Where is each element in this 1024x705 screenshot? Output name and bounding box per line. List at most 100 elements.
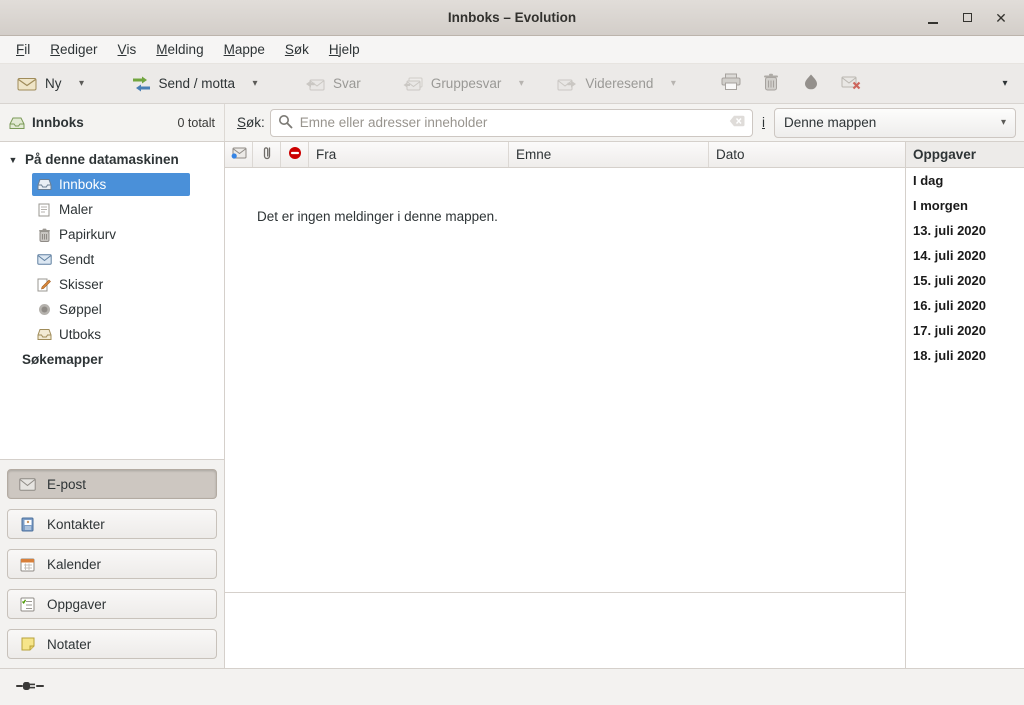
close-icon: ✕ [995, 11, 1007, 25]
column-date[interactable]: Dato [709, 142, 905, 167]
forward-button[interactable]: Videresend [548, 68, 662, 100]
folder-label: Skisser [59, 277, 103, 292]
message-list-body[interactable]: Det er ingen meldinger i denne mappen. [225, 168, 905, 592]
menu-rediger[interactable]: Rediger [40, 36, 107, 63]
inbox-icon [36, 178, 52, 191]
inbox-folder-icon [9, 116, 25, 130]
folder-label: Innboks [59, 177, 106, 192]
group-reply-group: Gruppesvar ▾ [394, 68, 533, 100]
switcher-calendar-button[interactable]: Kalender [7, 549, 217, 579]
expander-icon[interactable]: ▼ [8, 155, 18, 165]
send-receive-group: Send / motta ▾ [123, 68, 267, 100]
folder-item-maler[interactable]: Maler [0, 197, 224, 222]
reply-icon [305, 76, 325, 92]
task-group-date: 15. juli 2020 [906, 268, 1024, 293]
folder-item-sendt[interactable]: Sendt [0, 247, 224, 272]
print-button[interactable] [714, 68, 748, 100]
minimize-button[interactable] [922, 7, 944, 29]
tree-root-label: På denne datamaskinen [25, 152, 179, 167]
toolbar-overflow-arrow[interactable]: ▾ [994, 78, 1016, 89]
not-junk-button[interactable] [834, 68, 868, 100]
chevron-down-icon: ▾ [1001, 117, 1006, 128]
folder-label: Papirkurv [59, 227, 116, 242]
folder-item-soppel[interactable]: Søppel [0, 297, 224, 322]
message-status-icon [231, 147, 247, 162]
close-button[interactable]: ✕ [990, 7, 1012, 29]
column-status[interactable] [225, 142, 253, 167]
main-area: ▼ På denne datamaskinen Innboks [0, 142, 1024, 668]
switcher-contacts-button[interactable]: Kontakter [7, 509, 217, 539]
todo-bar-title: Oppgaver [906, 142, 1024, 168]
menubar: Fil Rediger Vis Melding Mappe Søk Hjelp [0, 36, 1024, 64]
send-receive-dropdown-arrow[interactable]: ▾ [244, 68, 266, 100]
send-receive-label: Send / motta [159, 76, 236, 91]
task-group-date: 17. juli 2020 [906, 318, 1024, 343]
menu-vis[interactable]: Vis [108, 36, 147, 63]
column-priority[interactable] [281, 142, 309, 167]
forward-dropdown-arrow[interactable]: ▾ [662, 68, 684, 100]
window-title: Innboks – Evolution [0, 10, 1024, 25]
menu-fil[interactable]: Fil [6, 36, 40, 63]
group-reply-icon [403, 76, 423, 92]
maximize-icon [963, 13, 972, 22]
mail-icon [19, 478, 36, 491]
online-status-button[interactable] [12, 676, 48, 699]
send-receive-button[interactable]: Send / motta [123, 68, 245, 100]
tree-root-this-computer[interactable]: ▼ På denne datamaskinen [0, 147, 224, 172]
column-attachment[interactable] [253, 142, 281, 167]
menu-melding[interactable]: Melding [146, 36, 213, 63]
folder-item-skisser[interactable]: Skisser [0, 272, 224, 297]
forward-icon [557, 76, 577, 92]
outbox-icon [36, 328, 52, 341]
send-receive-icon [132, 76, 151, 92]
new-button[interactable]: Ny [8, 68, 71, 100]
junk-folder-icon [36, 303, 52, 316]
switcher-label: Oppgaver [47, 597, 106, 612]
menu-sok[interactable]: Søk [275, 36, 319, 63]
maximize-button[interactable] [956, 7, 978, 29]
new-dropdown-arrow[interactable]: ▾ [71, 68, 93, 100]
folder-item-papirkurv[interactable]: Papirkurv [0, 222, 224, 247]
search-bar: Innboks 0 totalt Søk: i Denne mappen ▾ [0, 104, 1024, 142]
folder-label: Søppel [59, 302, 102, 317]
column-subject[interactable]: Emne [509, 142, 709, 167]
switcher-notes-button[interactable]: Notater [7, 629, 217, 659]
reply-button[interactable]: Svar [296, 68, 370, 100]
paperclip-icon [262, 145, 272, 164]
view-switcher: E-post Kontakter Kalender [0, 459, 224, 668]
calendar-icon [19, 557, 36, 572]
group-reply-dropdown-arrow[interactable]: ▾ [510, 68, 532, 100]
trash-folder-icon [36, 228, 52, 242]
column-from[interactable]: Fra [309, 142, 509, 167]
clear-search-icon[interactable] [729, 115, 745, 130]
task-group-date: 13. juli 2020 [906, 218, 1024, 243]
search-icon[interactable] [278, 114, 293, 132]
titlebar[interactable]: Innboks – Evolution ✕ [0, 0, 1024, 36]
folder-item-utboks[interactable]: Utboks [0, 322, 224, 347]
switcher-tasks-button[interactable]: Oppgaver [7, 589, 217, 619]
search-scope-in-label: i [762, 115, 765, 130]
notes-icon [19, 637, 36, 651]
folder-label: Utboks [59, 327, 101, 342]
drafts-icon [36, 278, 52, 292]
switcher-label: E-post [47, 477, 86, 492]
junk-button[interactable] [794, 68, 828, 100]
tasks-icon [19, 597, 36, 612]
new-mail-icon [17, 76, 37, 92]
folder-tree: ▼ På denne datamaskinen Innboks [0, 142, 224, 459]
group-reply-label: Gruppesvar [431, 76, 502, 91]
group-reply-button[interactable]: Gruppesvar [394, 68, 511, 100]
search-scope-dropdown[interactable]: Denne mappen ▾ [774, 108, 1016, 138]
current-folder-name: Innboks [32, 115, 84, 130]
menu-mappe[interactable]: Mappe [214, 36, 275, 63]
printer-icon [721, 73, 741, 94]
search-input[interactable] [300, 115, 722, 130]
menu-hjelp[interactable]: Hjelp [319, 36, 370, 63]
switcher-mail-button[interactable]: E-post [7, 469, 217, 499]
delete-button[interactable] [754, 68, 788, 100]
tree-root-search-folders[interactable]: Søkemapper [0, 347, 224, 372]
empty-folder-message: Det er ingen meldinger i denne mappen. [225, 168, 905, 224]
folder-item-innboks[interactable]: Innboks [0, 172, 224, 197]
search-scope-value: Denne mappen [784, 115, 876, 130]
priority-icon [288, 146, 302, 163]
